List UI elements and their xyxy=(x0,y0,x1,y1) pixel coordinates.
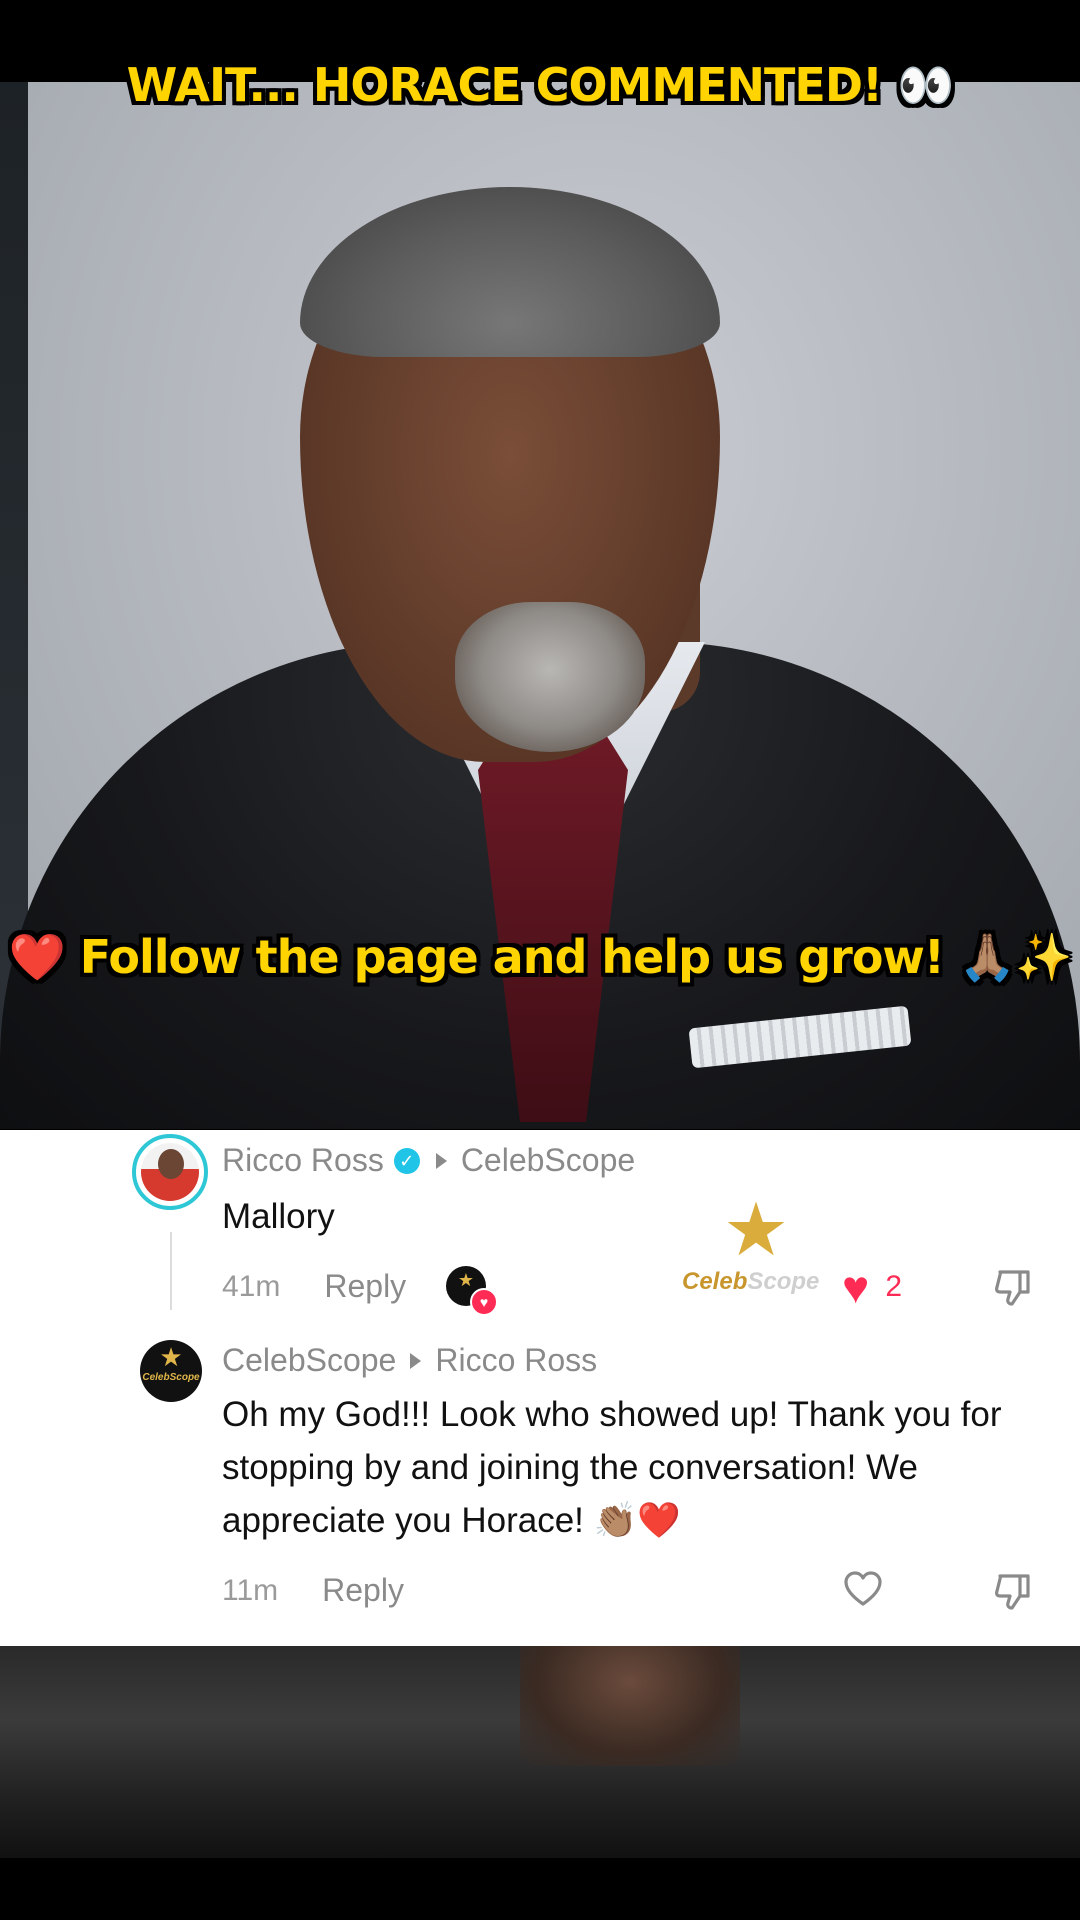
comment-2-text: Oh my God!!! Look who showed up! Thank y… xyxy=(222,1395,1002,1540)
watermark-text-a: Celeb xyxy=(682,1268,748,1295)
heart-icon: ♥ xyxy=(470,1288,498,1316)
reply-arrow-icon xyxy=(435,1152,447,1169)
comment-2-reply-button[interactable]: Reply xyxy=(322,1572,404,1609)
comment-2-reply-to[interactable]: Ricco Ross xyxy=(435,1342,597,1379)
comment-1-time: 41m xyxy=(222,1269,281,1303)
thumbs-down-icon[interactable] xyxy=(992,1570,1036,1614)
star-logo-icon: ★ xyxy=(722,1188,790,1271)
comment-1-reply-to[interactable]: CelebScope xyxy=(461,1142,635,1179)
celebscope-avatar-text: CelebScope xyxy=(142,1372,200,1383)
creator-liked-badge: ★ ♥ xyxy=(446,1266,498,1316)
comment-2-time: 11m xyxy=(222,1573,279,1607)
comment-1-author[interactable]: Ricco Ross xyxy=(222,1142,384,1179)
goatee xyxy=(455,602,645,752)
comment-1-like-button[interactable]: ♥ 2 xyxy=(842,1264,902,1310)
watermark-text-b: Scope xyxy=(747,1268,820,1295)
video-frame-bottom[interactable] xyxy=(0,1646,1080,1858)
celebscope-watermark-logo: ★ CelebScope xyxy=(682,1190,828,1302)
celebscope-avatar[interactable]: ★ CelebScope xyxy=(140,1340,202,1402)
top-caption: WAIT... HORACE COMMENTED! 👀 xyxy=(126,58,955,112)
watermark-text: CelebScope xyxy=(682,1268,828,1296)
reply-arrow-icon xyxy=(410,1352,422,1369)
verified-badge-icon: ✓ xyxy=(393,1147,420,1174)
blurred-figure xyxy=(520,1646,740,1766)
heart-filled-icon: ♥ xyxy=(842,1261,870,1313)
comment-2-like-button[interactable] xyxy=(842,1568,884,1610)
thumbs-down-icon[interactable] xyxy=(992,1266,1036,1310)
ricco-ross-avatar[interactable] xyxy=(132,1134,208,1210)
avatar-face xyxy=(158,1149,184,1179)
follow-caption: ❤️ Follow the page and help us grow! 🙏🏽✨ xyxy=(8,930,1073,984)
thread-line xyxy=(170,1232,172,1310)
comment-1-meta: 41m Reply xyxy=(222,1268,406,1305)
comment-1-header: Ricco Ross ✓ CelebScope xyxy=(222,1142,635,1179)
celebscope-star-icon: ★ xyxy=(159,1342,183,1372)
comment-2-author[interactable]: CelebScope xyxy=(222,1342,396,1379)
comment-2-meta: 11m Reply xyxy=(222,1572,404,1609)
heart-outline-icon xyxy=(844,1571,882,1606)
gray-hair xyxy=(300,187,720,357)
comment-2-header: CelebScope Ricco Ross xyxy=(222,1342,597,1379)
comment-1-like-count: 2 xyxy=(885,1270,902,1303)
comment-1-reply-button[interactable]: Reply xyxy=(324,1268,406,1305)
comment-1-text: Mallory xyxy=(222,1197,335,1236)
